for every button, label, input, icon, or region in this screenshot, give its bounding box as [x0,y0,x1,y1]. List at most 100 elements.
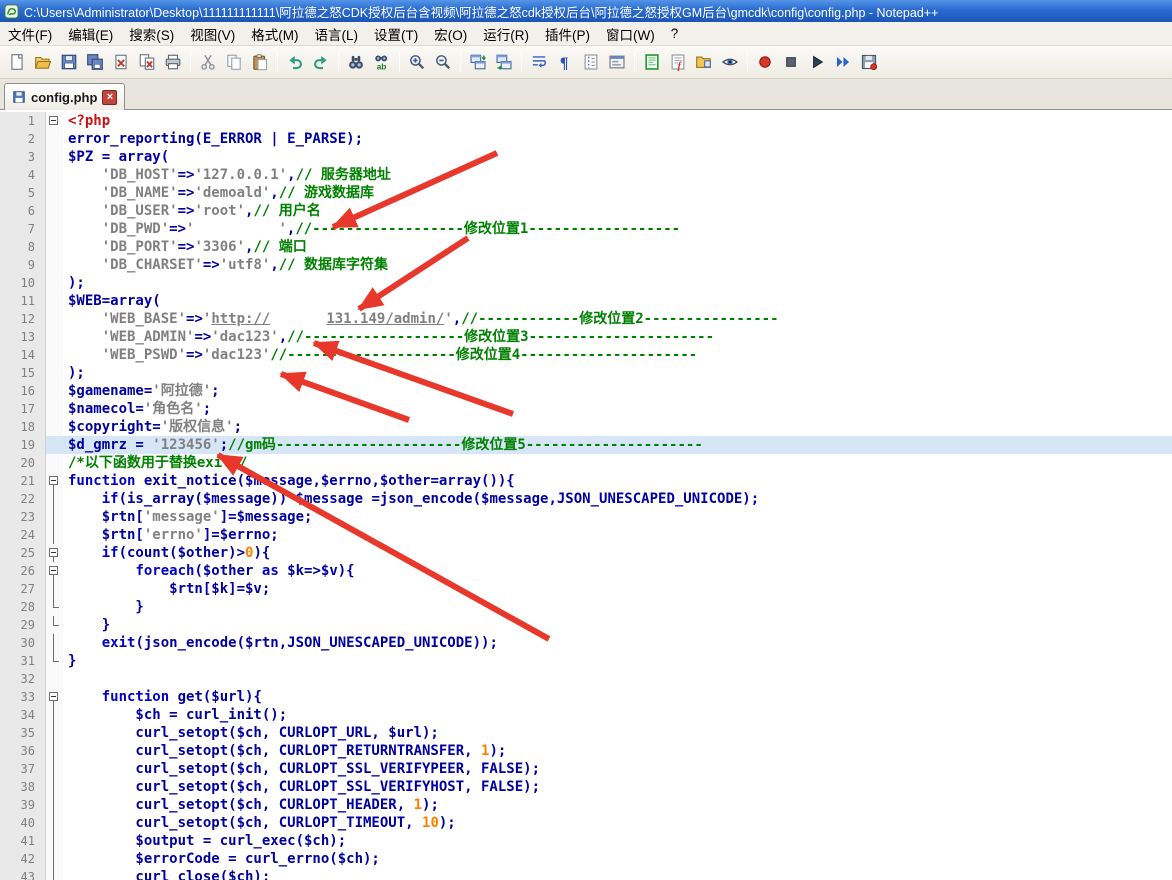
macro-play-button[interactable] [805,51,829,74]
code-text: $WEB=array( [63,292,1172,310]
paste-button[interactable] [248,51,272,74]
fold-margin[interactable] [46,562,63,580]
zoom-in-button[interactable] [405,51,429,74]
macro-stop-button[interactable] [779,51,803,74]
line-number: 30 [0,634,46,652]
undo-button[interactable] [283,51,307,74]
macro-save-button[interactable] [857,51,881,74]
code-text: $errorCode = curl_errno($ch); [63,850,1172,868]
fold-margin [46,814,63,832]
menu-item-run[interactable]: 运行(R) [475,21,537,47]
cut-button[interactable] [196,51,220,74]
macro-record-icon [756,53,774,71]
fold-margin [46,130,63,148]
open-file-button[interactable] [31,51,55,74]
redo-button[interactable] [309,51,333,74]
toolbar-separator [190,52,191,72]
code-area: 1<?php2error_reporting(E_ERROR | E_PARSE… [0,112,1172,880]
function-list-button[interactable]: f [666,51,690,74]
code-line-26: 26 foreach($other as $k=>$v){ [0,562,1172,580]
menu-item-plugins[interactable]: 插件(P) [537,21,598,47]
code-line-37: 37 curl_setopt($ch, CURLOPT_SSL_VERIFYPE… [0,760,1172,778]
macro-play-icon [808,53,826,71]
print-button[interactable] [161,51,185,74]
toolbar-separator [399,52,400,72]
close-all-button[interactable] [135,51,159,74]
menu-item-encoding[interactable]: 格式(M) [243,21,306,47]
macro-record-button[interactable] [753,51,777,74]
save-all-button[interactable] [83,51,107,74]
code-text [63,670,1172,688]
fold-margin[interactable] [46,688,63,706]
svg-text:¶: ¶ [560,55,569,71]
line-number: 12 [0,310,46,328]
menu-item-language[interactable]: 语言(L) [307,21,367,47]
menu-item-search[interactable]: 搜索(S) [121,21,182,47]
code-text: curl_setopt($ch, CURLOPT_RETURNTRANSFER,… [63,742,1172,760]
macro-run-multiple-button[interactable] [831,51,855,74]
folder-as-workspace-button[interactable] [692,51,716,74]
line-number: 5 [0,184,46,202]
menu-item-edit[interactable]: 编辑(E) [60,21,121,47]
fold-margin [46,328,63,346]
fold-margin [46,832,63,850]
window-title: C:\Users\Administrator\Desktop\111111111… [24,2,938,21]
code-line-27: 27 $rtn[$k]=$v; [0,580,1172,598]
fold-margin [46,310,63,328]
tab-close-button[interactable]: × [102,90,117,105]
show-indent-guide-icon [582,53,600,71]
code-line-41: 41 $output = curl_exec($ch); [0,832,1172,850]
sync-vertical-scroll-icon [469,53,487,71]
fold-margin [46,706,63,724]
saved-file-icon [12,90,26,104]
show-indent-guide-button[interactable] [579,51,603,74]
document-monitor-button[interactable] [718,51,742,74]
new-file-icon [8,53,26,71]
menu-item-settings[interactable]: 设置(T) [366,21,426,47]
toolbar-separator [634,52,635,72]
code-text: $gamename='阿拉德'; [63,382,1172,400]
code-text: $PZ = array( [63,148,1172,166]
toolbar-separator [747,52,748,72]
menu-item-window[interactable]: 窗口(W) [598,21,663,47]
code-text: /*以下函数用于替换exit*/ [63,454,1172,472]
line-number: 9 [0,256,46,274]
zoom-out-button[interactable] [431,51,455,74]
tab-config-php[interactable]: config.php × [4,83,125,110]
sync-horizontal-scroll-button[interactable] [492,51,516,74]
fold-margin[interactable] [46,112,63,130]
fold-margin [46,364,63,382]
user-defined-dialog-button[interactable] [605,51,629,74]
svg-text:ab: ab [377,61,387,71]
code-line-33: 33 function get($url){ [0,688,1172,706]
menu-item-view[interactable]: 视图(V) [182,21,243,47]
code-line-7: 7 'DB_PWD'=>'',//------------------修改位置1… [0,220,1172,238]
copy-button[interactable] [222,51,246,74]
code-text: 'DB_PORT'=>'3306',// 端口 [63,238,1172,256]
close-button[interactable] [109,51,133,74]
line-number: 39 [0,796,46,814]
word-wrap-button[interactable] [527,51,551,74]
fold-margin[interactable] [46,472,63,490]
paste-icon [251,53,269,71]
toolbar-separator [338,52,339,72]
toolbar: ab ¶ f [0,46,1172,79]
replace-button[interactable]: ab [370,51,394,74]
editor[interactable]: 1<?php2error_reporting(E_ERROR | E_PARSE… [0,110,1172,880]
find-button[interactable] [344,51,368,74]
menu-item-file[interactable]: 文件(F) [0,21,60,47]
new-file-button[interactable] [5,51,29,74]
menu-item-help[interactable]: ? [663,23,687,44]
fold-margin[interactable] [46,544,63,562]
menu-item-macro[interactable]: 宏(O) [426,21,475,47]
code-line-35: 35 curl_setopt($ch, CURLOPT_URL, $url); [0,724,1172,742]
fold-margin [46,292,63,310]
sync-vertical-scroll-button[interactable] [466,51,490,74]
line-number: 25 [0,544,46,562]
save-button[interactable] [57,51,81,74]
fold-margin [46,526,63,544]
document-map-button[interactable] [640,51,664,74]
show-all-characters-button[interactable]: ¶ [553,51,577,74]
macro-save-icon [860,53,878,71]
line-number: 28 [0,598,46,616]
